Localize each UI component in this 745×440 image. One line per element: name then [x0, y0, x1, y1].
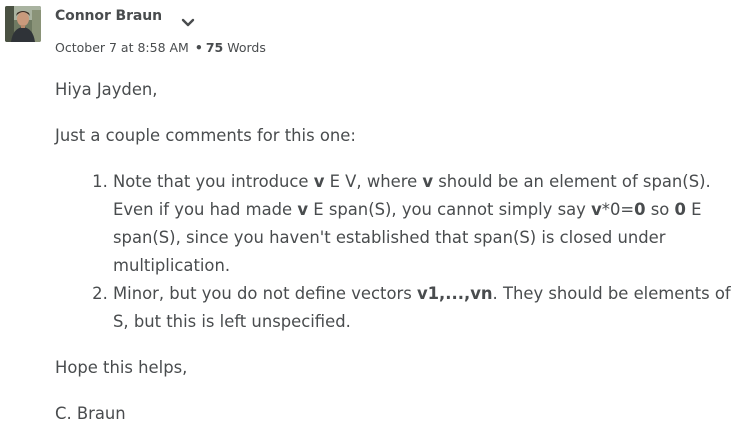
- post-timestamp: October 7 at 8:58 AM: [55, 40, 189, 55]
- avatar[interactable]: [5, 6, 41, 42]
- bold-term: v: [313, 172, 325, 191]
- post-body: Hiya Jayden, Just a couple comments for …: [55, 76, 745, 428]
- word-count-label: Words: [227, 40, 266, 55]
- list-item: Minor, but you do not define vectors v1,…: [113, 280, 745, 336]
- text-run: Minor, but you do not define vectors: [113, 284, 417, 303]
- chevron-down-icon[interactable]: [180, 14, 196, 27]
- word-count: 75: [205, 40, 224, 55]
- bold-term: v: [422, 172, 434, 191]
- bold-term: v: [297, 200, 309, 219]
- intro-text: Just a couple comments for this one:: [55, 126, 356, 145]
- bold-term: v1,...,vn: [416, 284, 493, 303]
- text-run: so: [645, 200, 675, 219]
- post-meta: October 7 at 8:58 AM • 75 Words: [55, 40, 266, 55]
- comment-list: Note that you introduce v E V, where v s…: [55, 168, 745, 336]
- closing-text: Hope this helps,: [55, 358, 188, 377]
- text-run: E span(S), you cannot simply say: [308, 200, 592, 219]
- bold-term: v: [591, 200, 602, 219]
- bold-term: 0: [674, 200, 686, 219]
- bold-term: 0: [634, 200, 646, 219]
- user-photo-icon: [5, 6, 41, 42]
- author-name[interactable]: Connor Braun: [55, 8, 162, 24]
- signature-text: C. Braun: [55, 404, 126, 423]
- greeting-text: Hiya Jayden,: [55, 80, 158, 99]
- text-run: E V, where: [324, 172, 423, 191]
- meta-separator: •: [194, 40, 203, 55]
- text-run: Note that you introduce: [113, 172, 314, 191]
- list-item: Note that you introduce v E V, where v s…: [113, 168, 745, 280]
- text-run: *0=: [601, 200, 635, 219]
